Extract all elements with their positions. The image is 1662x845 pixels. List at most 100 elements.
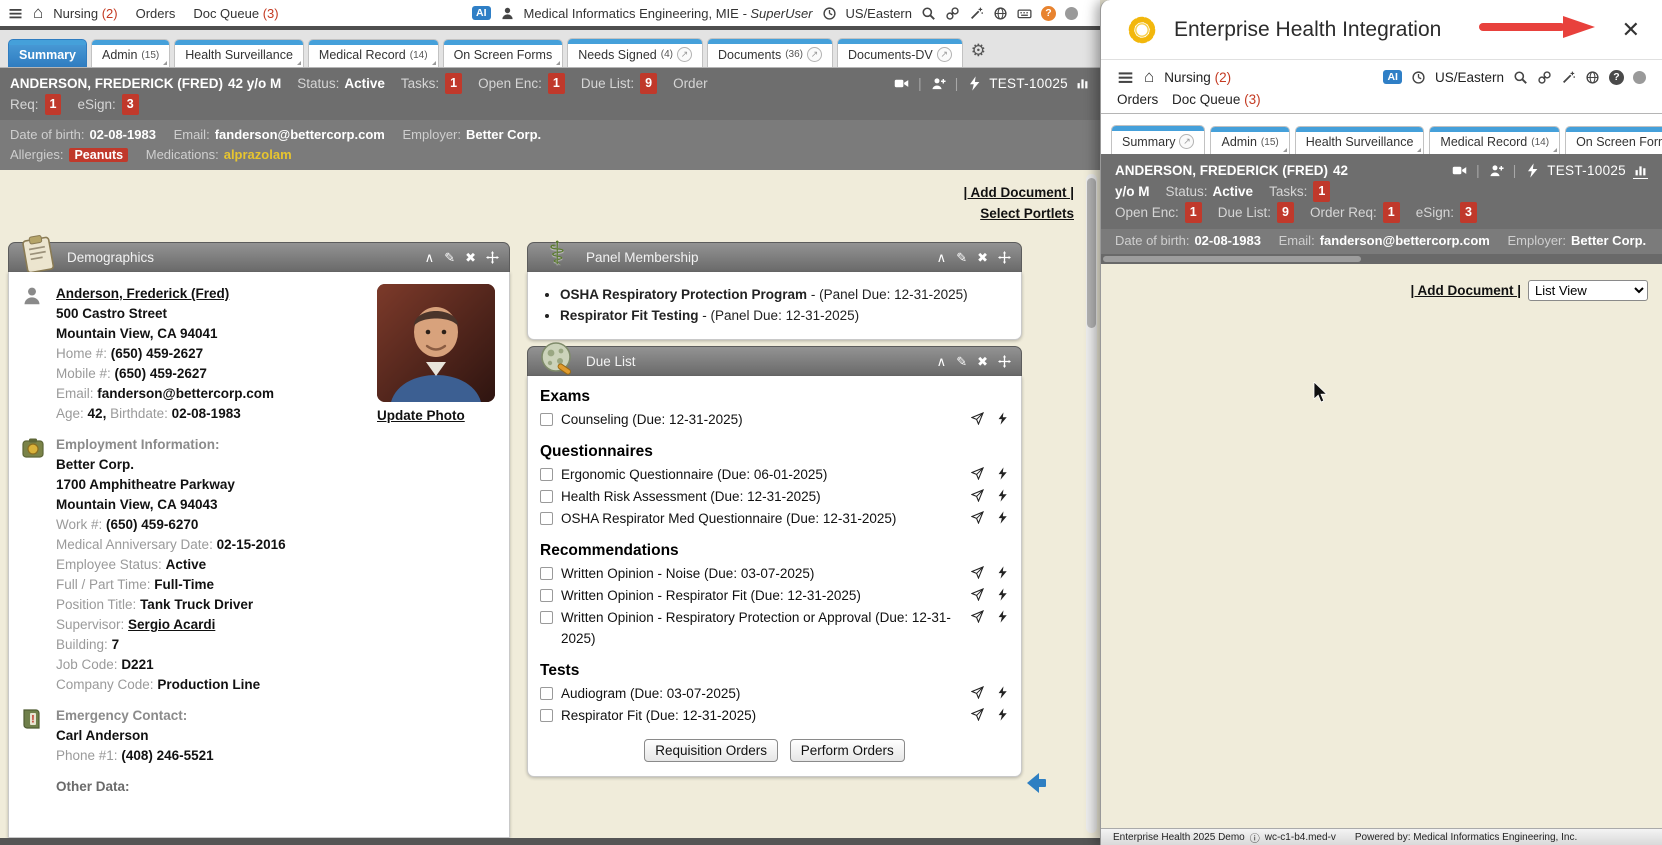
panel-membership-header[interactable]: ⚕ Panel Membership ∧ ✎ ✖ <box>527 242 1022 272</box>
popout-icon[interactable]: ↗ <box>1179 134 1194 149</box>
tab-documents-dv[interactable]: Documents-DV↗ <box>837 38 963 67</box>
tab-on-screen-forms[interactable]: On Screen Forms <box>1565 126 1662 154</box>
due-list-header[interactable]: Due List ∧ ✎ ✖ <box>527 346 1022 376</box>
nav-doc-queue[interactable]: Doc Queue (3) <box>193 6 278 21</box>
menu-icon[interactable] <box>1117 69 1134 86</box>
nav-orders[interactable]: Orders <box>136 6 176 21</box>
edit-icon[interactable]: ✎ <box>956 354 967 370</box>
popout-icon[interactable]: ↗ <box>677 47 692 62</box>
send-order-icon[interactable] <box>971 610 984 623</box>
due-item-checkbox[interactable] <box>540 611 553 624</box>
add-document-link[interactable]: | Add Document | <box>963 182 1074 203</box>
add-document-link[interactable]: | Add Document | <box>1410 283 1521 298</box>
help-icon[interactable]: ? <box>1609 70 1624 85</box>
tasks-count-badge[interactable]: 1 <box>1313 181 1330 202</box>
tab-medical-record[interactable]: Medical Record(14) <box>1429 126 1560 154</box>
send-order-icon[interactable] <box>971 566 984 579</box>
menu-icon[interactable] <box>8 6 23 21</box>
nav-nursing[interactable]: Nursing (2) <box>53 6 117 21</box>
select-portlets-link[interactable]: Select Portlets <box>963 203 1074 224</box>
edit-icon[interactable]: ✎ <box>956 250 967 266</box>
demographics-portlet-header[interactable]: Demographics ∧ ✎ ✖ <box>8 242 510 272</box>
collapse-icon[interactable]: ∧ <box>937 354 947 370</box>
due-list-count-badge[interactable]: 9 <box>1277 202 1294 223</box>
perform-now-bolt-icon[interactable] <box>996 489 1009 502</box>
home-icon[interactable]: ⌂ <box>33 3 43 23</box>
send-order-icon[interactable] <box>971 467 984 480</box>
send-order-icon[interactable] <box>971 511 984 524</box>
clock-icon[interactable] <box>1411 70 1426 85</box>
patient-name-link[interactable]: Anderson, Frederick (Fred) <box>56 286 229 301</box>
due-item-checkbox[interactable] <box>540 709 553 722</box>
vertical-scrollbar[interactable] <box>1086 174 1097 833</box>
link-icon[interactable] <box>945 6 960 21</box>
move-icon[interactable] <box>486 251 499 264</box>
tab-summary[interactable]: Summary↗ <box>1111 125 1205 154</box>
close-panel-icon[interactable]: ✕ <box>1622 19 1640 41</box>
nav-nursing[interactable]: Nursing (2) <box>1164 70 1231 85</box>
quick-action-bolt-icon[interactable] <box>1525 163 1540 178</box>
nav-doc-queue[interactable]: Doc Queue (3) <box>1172 92 1261 107</box>
scrollbar-thumb[interactable] <box>1087 178 1096 328</box>
add-person-icon[interactable] <box>931 76 946 91</box>
move-icon[interactable] <box>998 355 1011 368</box>
due-item-checkbox[interactable] <box>540 567 553 580</box>
perform-now-bolt-icon[interactable] <box>996 588 1009 601</box>
tab-health-surveillance[interactable]: Health Surveillance <box>1295 126 1425 154</box>
send-order-icon[interactable] <box>971 686 984 699</box>
tab-documents[interactable]: Documents(36)↗ <box>707 38 833 67</box>
help-icon[interactable]: ? <box>1041 6 1056 21</box>
tab-on-screen-forms[interactable]: On Screen Forms <box>443 39 564 67</box>
allergy-badge[interactable]: Peanuts <box>69 148 128 162</box>
send-order-icon[interactable] <box>971 708 984 721</box>
tab-medical-record[interactable]: Medical Record(14) <box>308 39 439 67</box>
due-item-checkbox[interactable] <box>540 468 553 481</box>
open-enc-count-badge[interactable]: 1 <box>548 73 565 94</box>
wand-icon[interactable] <box>1561 70 1576 85</box>
perform-now-bolt-icon[interactable] <box>996 708 1009 721</box>
tab-summary[interactable]: Summary <box>8 39 87 67</box>
close-icon[interactable]: ✖ <box>977 250 988 266</box>
open-enc-count-badge[interactable]: 1 <box>1185 202 1202 223</box>
order-req-count-badge[interactable]: 1 <box>45 94 62 115</box>
view-select[interactable]: List View <box>1528 280 1648 301</box>
order-req-count-badge[interactable]: 1 <box>1383 202 1400 223</box>
perform-orders-button[interactable]: Perform Orders <box>790 739 905 762</box>
search-icon[interactable] <box>1513 70 1528 85</box>
chart-stats-icon[interactable] <box>1075 76 1090 91</box>
scrollbar-thumb[interactable] <box>1103 256 1361 262</box>
due-item-checkbox[interactable] <box>540 413 553 426</box>
due-item-checkbox[interactable] <box>540 589 553 602</box>
due-list-count-badge[interactable]: 9 <box>640 73 657 94</box>
tab-settings-gear-icon[interactable]: ⚙ <box>971 41 986 61</box>
wand-icon[interactable] <box>969 6 984 21</box>
tab-health-surveillance[interactable]: Health Surveillance <box>174 39 304 67</box>
search-icon[interactable] <box>921 6 936 21</box>
perform-now-bolt-icon[interactable] <box>996 610 1009 623</box>
esign-count-badge[interactable]: 3 <box>1460 202 1477 223</box>
keyboard-icon[interactable] <box>1017 6 1032 21</box>
nav-orders[interactable]: Orders <box>1117 92 1158 107</box>
perform-now-bolt-icon[interactable] <box>996 686 1009 699</box>
requisition-orders-button[interactable]: Requisition Orders <box>644 739 778 762</box>
record-id[interactable]: TEST-10025 <box>989 73 1068 94</box>
tab-admin[interactable]: Admin(15) <box>91 39 170 67</box>
esign-count-badge[interactable]: 3 <box>122 94 139 115</box>
clock-icon[interactable] <box>822 6 837 21</box>
globe-icon[interactable] <box>993 6 1008 21</box>
due-item-checkbox[interactable] <box>540 490 553 503</box>
video-camera-icon[interactable] <box>1452 163 1467 178</box>
timezone-label[interactable]: US/Eastern <box>1435 70 1504 85</box>
due-item-checkbox[interactable] <box>540 512 553 525</box>
tab-admin[interactable]: Admin(15) <box>1210 126 1289 154</box>
tasks-count-badge[interactable]: 1 <box>445 73 462 94</box>
update-photo-link[interactable]: Update Photo <box>377 408 465 423</box>
move-icon[interactable] <box>998 251 1011 264</box>
supervisor-link[interactable]: Sergio Acardi <box>128 617 215 632</box>
collapse-icon[interactable]: ∧ <box>425 250 435 266</box>
perform-now-bolt-icon[interactable] <box>996 566 1009 579</box>
link-icon[interactable] <box>1537 70 1552 85</box>
collapse-panel-arrow-icon[interactable] <box>1022 770 1050 801</box>
perform-now-bolt-icon[interactable] <box>996 511 1009 524</box>
info-icon[interactable]: ⓘ <box>1250 830 1260 845</box>
